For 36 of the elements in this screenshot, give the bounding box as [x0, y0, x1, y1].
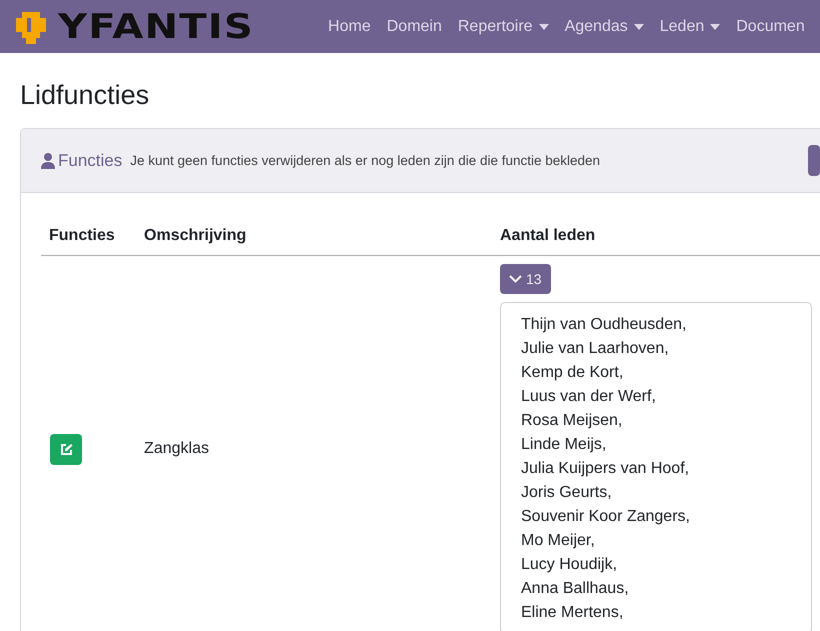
user-icon — [41, 152, 55, 168]
member-name: Anna Ballhaus, — [521, 579, 630, 599]
member-name: Lucy Houdijk, — [521, 555, 618, 575]
member-name: Eline Mertens, — [521, 603, 624, 623]
member-name: Mo Meijer, — [521, 531, 596, 551]
edit-icon — [60, 442, 72, 456]
nav-link[interactable]: Domein — [378, 18, 450, 36]
card-title: Functies — [58, 150, 122, 170]
logo-text: YFANTIS — [58, 6, 254, 46]
nav-dropdown[interactable]: Leden — [652, 18, 728, 36]
member-name: Kemp de Kort, — [521, 363, 624, 383]
members-toggle-button[interactable]: 13 — [500, 264, 551, 294]
column-header: Functies — [41, 213, 136, 256]
member-name: Linde Meijs, — [521, 435, 608, 455]
caret-icon — [538, 24, 549, 30]
column-header: Aantal leden — [492, 213, 820, 256]
page-title: Lidfuncties — [20, 79, 150, 111]
member-name: Luus van der Werf, — [521, 387, 657, 407]
header-button[interactable] — [808, 145, 820, 176]
card-note: Je kunt geen functies verwijderen als er nog leden zijn die die functie bekleden — [130, 153, 600, 168]
caret-icon — [634, 24, 644, 30]
member-name: Rosa Meijsen, — [521, 411, 624, 431]
table-cell: Zangklas — [136, 256, 492, 631]
member-name: Julia Kuijpers van Hoof, — [521, 459, 690, 479]
caret-icon — [710, 24, 720, 30]
member-name: Souvenir Koor Zangers, — [521, 507, 691, 527]
nav-dropdown[interactable]: Repertoire — [450, 18, 557, 36]
nav-link[interactable]: Documen — [728, 18, 813, 36]
edit-button[interactable] — [50, 434, 82, 464]
member-name: Thijn van Oudheusden, — [521, 315, 688, 335]
nav-dropdown[interactable]: Agendas — [556, 18, 652, 36]
member-name: Julie van Laarhoven, — [521, 339, 670, 359]
member-name: Joris Geurts, — [521, 483, 613, 503]
nav-link[interactable]: Home — [320, 18, 379, 36]
chevron-down-icon — [509, 275, 522, 283]
column-header: Omschrijving — [136, 213, 492, 256]
